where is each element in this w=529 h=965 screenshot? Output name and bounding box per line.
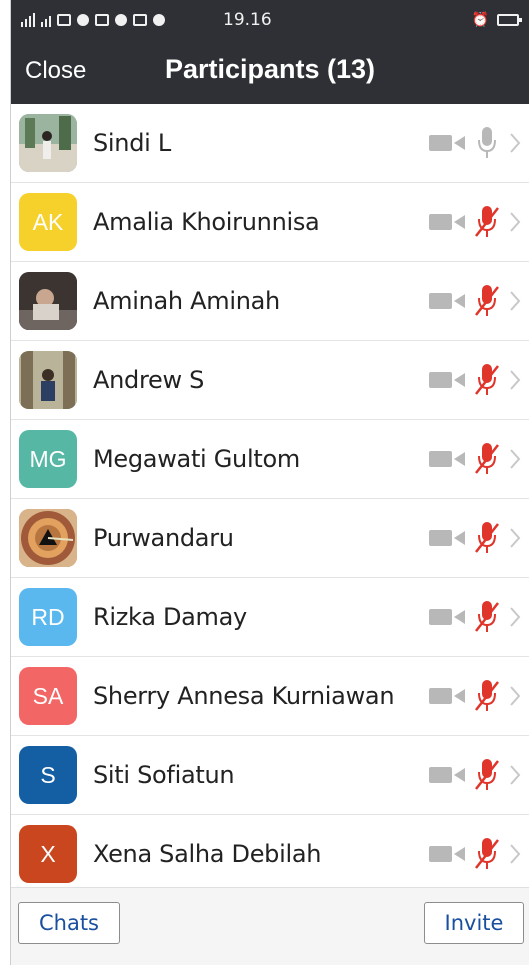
status-bar: 19.16 ⏰	[11, 0, 529, 40]
microphone-muted-icon	[471, 599, 503, 635]
participant-list: Sindi L AK Amalia Khoirunnisa Aminah Aminah…	[11, 104, 529, 894]
participant-name: Xena Salha Debilah	[93, 840, 322, 868]
participant-row[interactable]: S Siti Sofiatun	[11, 736, 529, 815]
participant-row[interactable]: AK Amalia Khoirunnisa	[11, 183, 529, 262]
participant-row[interactable]: SA Sherry Annesa Kurniawan	[11, 657, 529, 736]
avatar	[19, 351, 77, 409]
status-icons-right: ⏰	[471, 12, 522, 28]
video-camera-icon	[429, 763, 469, 787]
header: Close Participants (13)	[11, 40, 529, 104]
bubble-icon	[153, 14, 165, 26]
microphone-muted-icon	[471, 836, 503, 872]
avatar-initials: SA	[32, 682, 64, 709]
avatar-initials: AK	[32, 208, 64, 235]
status-time: 19.16	[223, 10, 272, 30]
participant-controls	[429, 520, 523, 556]
participant-name: Sherry Annesa Kurniawan	[93, 682, 395, 710]
signal-icon	[21, 13, 35, 27]
participant-row[interactable]: Aminah Aminah	[11, 262, 529, 341]
avatar-initials: MG	[29, 445, 67, 472]
avatar	[19, 114, 77, 172]
video-camera-icon	[429, 684, 469, 708]
participant-controls	[429, 283, 523, 319]
participant-controls	[429, 599, 523, 635]
avatar: AK	[19, 193, 77, 251]
participant-controls	[429, 441, 523, 477]
chats-button[interactable]: Chats	[18, 902, 120, 944]
avatar: RD	[19, 588, 77, 646]
chevron-right-icon[interactable]	[507, 605, 523, 629]
video-camera-icon	[429, 526, 469, 550]
message-icon	[57, 14, 71, 26]
chevron-right-icon[interactable]	[507, 447, 523, 471]
video-camera-icon	[429, 131, 469, 155]
microphone-muted-icon	[471, 757, 503, 793]
participant-row[interactable]: Andrew S	[11, 341, 529, 420]
alarm-icon: ⏰	[471, 12, 489, 28]
chevron-right-icon[interactable]	[507, 526, 523, 550]
chevron-right-icon[interactable]	[507, 684, 523, 708]
avatar-initials: RD	[31, 603, 65, 630]
microphone-icon	[471, 125, 503, 161]
video-camera-icon	[429, 289, 469, 313]
chevron-right-icon[interactable]	[507, 131, 523, 155]
avatar: S	[19, 746, 77, 804]
microphone-muted-icon	[471, 520, 503, 556]
participant-name: Amalia Khoirunnisa	[93, 208, 320, 236]
invite-button[interactable]: Invite	[424, 902, 524, 944]
bottom-bar: Chats Invite	[11, 887, 529, 965]
chevron-right-icon[interactable]	[507, 763, 523, 787]
video-camera-icon	[429, 842, 469, 866]
participant-name: Purwandaru	[93, 524, 234, 552]
microphone-muted-icon	[471, 362, 503, 398]
participant-controls	[429, 836, 523, 872]
chevron-right-icon[interactable]	[507, 210, 523, 234]
video-notification-icon	[95, 14, 109, 26]
participant-row[interactable]: Purwandaru	[11, 499, 529, 578]
participant-controls	[429, 678, 523, 714]
participant-controls	[429, 362, 523, 398]
microphone-muted-icon	[471, 283, 503, 319]
participant-name: Aminah Aminah	[93, 287, 280, 315]
avatar-initials: S	[40, 761, 56, 788]
battery-icon	[497, 14, 522, 26]
chat-icon	[115, 14, 127, 26]
video-camera-icon	[429, 605, 469, 629]
video-camera-icon	[429, 447, 469, 471]
chevron-right-icon[interactable]	[507, 289, 523, 313]
participant-name: Rizka Damay	[93, 603, 247, 631]
avatar: SA	[19, 667, 77, 725]
participant-name: Siti Sofiatun	[93, 761, 235, 789]
participant-name: Andrew S	[93, 366, 205, 394]
avatar: X	[19, 825, 77, 883]
microphone-muted-icon	[471, 441, 503, 477]
chevron-right-icon[interactable]	[507, 368, 523, 392]
microphone-muted-icon	[471, 204, 503, 240]
chevron-right-icon[interactable]	[507, 842, 523, 866]
app-notification-icon	[133, 14, 147, 26]
participant-row[interactable]: Sindi L	[11, 104, 529, 183]
avatar-initials: X	[40, 840, 56, 867]
participant-controls	[429, 125, 523, 161]
signal-2-icon	[41, 13, 51, 27]
app-window: 19.16 ⏰ Close Participants (13) Sindi L A…	[10, 0, 529, 965]
participant-name: Sindi L	[93, 129, 171, 157]
status-icons-left	[21, 13, 165, 27]
participant-name: Megawati Gultom	[93, 445, 300, 473]
participant-row[interactable]: MG Megawati Gultom	[11, 420, 529, 499]
participant-row[interactable]: X Xena Salha Debilah	[11, 815, 529, 894]
video-camera-icon	[429, 210, 469, 234]
participant-controls	[429, 204, 523, 240]
avatar: MG	[19, 430, 77, 488]
avatar	[19, 509, 77, 567]
page-title: Participants (13)	[164, 54, 376, 84]
participant-controls	[429, 757, 523, 793]
avatar	[19, 272, 77, 330]
video-camera-icon	[429, 368, 469, 392]
microphone-muted-icon	[471, 678, 503, 714]
instagram-icon	[77, 14, 89, 26]
participant-row[interactable]: RD Rizka Damay	[11, 578, 529, 657]
